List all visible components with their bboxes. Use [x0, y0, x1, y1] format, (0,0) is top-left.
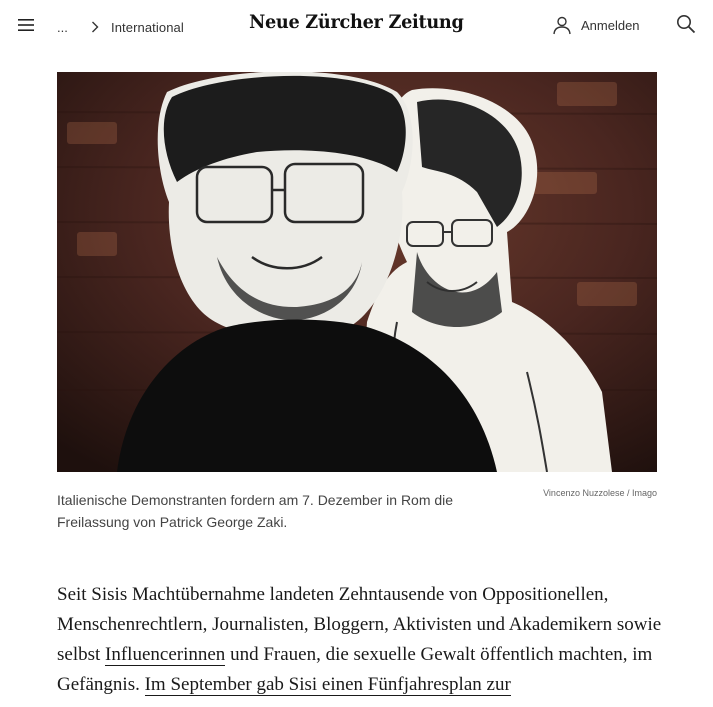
article-body: Seit Sisis Machtübernahme landeten Zehnt…	[57, 580, 667, 700]
logo-text: Neue Zürcher Zeitung	[249, 11, 464, 33]
influencerinnen-link[interactable]: Influencerinnen	[105, 644, 226, 666]
login-button[interactable]: Anmelden	[552, 15, 640, 35]
user-icon	[553, 16, 571, 35]
search-button[interactable]	[676, 14, 696, 34]
article-paragraph: Seit Sisis Machtübernahme landeten Zehnt…	[57, 580, 667, 700]
top-navigation-bar: ... International Neue Zürcher Zeitung A…	[0, 0, 713, 52]
hero-image	[57, 72, 657, 472]
search-icon	[677, 15, 696, 34]
login-label: Anmelden	[581, 17, 640, 33]
image-caption: Italienische Demonstranten fordern am 7.…	[57, 492, 454, 530]
fuenfjahresplan-link[interactable]: Im September gab Sisi einen Fünfjahrespl…	[144, 674, 511, 696]
image-credit: Vincenzo Nuzzolese / Imago	[543, 488, 657, 498]
hero-photo-illustration	[57, 72, 657, 472]
